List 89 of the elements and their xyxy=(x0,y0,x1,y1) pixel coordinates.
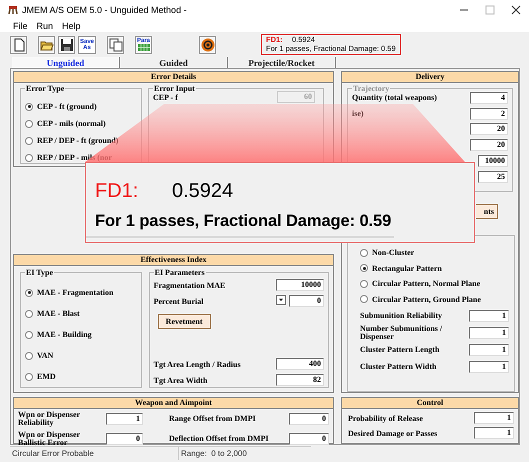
window-title: JMEM A/S OEM 5.0 - Unguided Method - xyxy=(22,5,187,15)
input-field[interactable]: 1 xyxy=(469,360,509,372)
menu-item[interactable]: File xyxy=(13,21,28,31)
panel-header: Delivery xyxy=(342,72,518,83)
field-label: ise) xyxy=(352,109,364,118)
field-label: Submunition Reliability xyxy=(360,312,444,320)
field-label: Cluster Pattern Width xyxy=(360,362,438,370)
button[interactable]: nts xyxy=(476,204,498,219)
document-icon xyxy=(12,38,26,52)
menu-item[interactable]: Help xyxy=(62,21,81,31)
radio-label: Circular Pattern, Ground Plane xyxy=(372,294,481,304)
magnified-summary: For 1 passes, Fractional Damage: 0.59 xyxy=(95,212,392,231)
field-label: Desired Damage or Passes xyxy=(348,428,438,438)
radio-label: Rectangular Pattern xyxy=(372,264,442,273)
revetment-button[interactable]: Revetment xyxy=(158,314,211,329)
tab[interactable]: Unguided xyxy=(12,57,120,69)
radio-button[interactable] xyxy=(25,154,33,162)
radio-label: VAN xyxy=(37,351,54,360)
magnified-label: FD1: xyxy=(95,180,140,202)
radio-button[interactable] xyxy=(360,248,368,257)
radio-label: Non-Cluster xyxy=(372,248,414,258)
field-label: Wpn or Dispenser Ballistic Error xyxy=(18,431,81,447)
copy-icon xyxy=(108,38,122,52)
menu-item[interactable]: Run xyxy=(36,21,54,31)
group-title: EI Parameters xyxy=(154,268,206,277)
field-label: Tgt Area Length / Radius xyxy=(154,360,241,368)
grid-icon xyxy=(136,44,150,51)
target-button[interactable] xyxy=(199,36,216,54)
radio-button[interactable] xyxy=(25,136,33,144)
dropdown-button[interactable] xyxy=(276,295,286,305)
panel-header: Error Details xyxy=(14,72,333,83)
input-field[interactable]: 1 xyxy=(469,344,509,356)
radio-button[interactable] xyxy=(25,330,33,338)
input-field[interactable]: 0 xyxy=(289,295,324,307)
group-title: Error Type xyxy=(25,84,66,93)
new-file-button[interactable] xyxy=(10,36,27,54)
radio-button[interactable] xyxy=(25,310,33,318)
app-icon xyxy=(8,5,18,15)
field-label: Cluster Pattern Length xyxy=(360,346,440,354)
radio-label: EMD xyxy=(37,372,56,381)
group-title: Error Input xyxy=(153,84,196,93)
field-label: Range Offset from DMPI xyxy=(168,415,257,423)
field-label: Percent Burial xyxy=(154,296,204,306)
field-label: Quantity (total weapons) xyxy=(352,93,437,102)
input-field[interactable]: 1 xyxy=(469,326,509,338)
radio-button[interactable] xyxy=(25,352,33,360)
input-field[interactable]: 1 xyxy=(474,412,514,424)
save-button[interactable] xyxy=(58,36,75,54)
radio-label: CEP - mils (normal) xyxy=(37,119,106,128)
group-title: EI Type xyxy=(25,268,54,277)
field-label: CEP - f xyxy=(153,92,178,102)
input-field[interactable]: 1 xyxy=(106,413,143,425)
radio-label: REP / DEP - ft (ground) xyxy=(37,136,118,145)
field-label: Number Submunitions / Dispenser xyxy=(360,324,444,340)
input-field[interactable]: 10000 xyxy=(276,279,324,291)
input-field[interactable]: 1 xyxy=(474,427,514,439)
target-icon xyxy=(200,38,214,52)
input-field[interactable]: 0 xyxy=(289,433,329,445)
panel-header: Effectiveness Index xyxy=(14,255,333,266)
magnified-value: 0.5924 xyxy=(172,180,234,202)
radio-label: Circular Pattern, Normal Plane xyxy=(372,279,480,288)
radio-button[interactable] xyxy=(25,120,33,128)
radio-label: MAE - Fragmentation xyxy=(37,288,114,297)
status-text: Range: 0 to 2,000 xyxy=(178,446,311,460)
radio-button[interactable] xyxy=(360,264,368,272)
input-field[interactable]: 400 xyxy=(276,358,324,370)
radio-label: MAE - Blast xyxy=(37,309,80,318)
radio-button[interactable] xyxy=(360,280,368,288)
radio-button[interactable] xyxy=(25,102,33,110)
status-text: Circular Error Probable xyxy=(10,446,178,460)
input-field[interactable]: 82 xyxy=(276,374,324,386)
radio-label: CEP - ft (ground) xyxy=(37,102,97,111)
field-label: Wpn or Dispenser Reliability xyxy=(18,411,81,427)
field-label: Probability of Release xyxy=(348,414,423,422)
field-label: Deflection Offset from DMPI xyxy=(168,435,270,443)
radio-button[interactable] xyxy=(360,295,368,304)
input-field[interactable]: 0 xyxy=(289,413,329,425)
radio-label: MAE - Building xyxy=(37,330,92,339)
field-label: Fragmentation MAE xyxy=(154,280,226,290)
radio-button[interactable] xyxy=(25,288,33,296)
open-button[interactable] xyxy=(38,36,55,54)
input-field[interactable]: 0 xyxy=(106,433,143,445)
radio-button[interactable] xyxy=(25,372,33,380)
panel-header: Control xyxy=(342,398,518,409)
field-label: Tgt Area Width xyxy=(154,376,208,384)
panel-header: Weapon and Aimpoint xyxy=(14,398,333,409)
group-title: Trajectory xyxy=(352,84,390,93)
copy-button[interactable] xyxy=(107,36,124,54)
input-field[interactable]: 1 xyxy=(469,310,509,322)
